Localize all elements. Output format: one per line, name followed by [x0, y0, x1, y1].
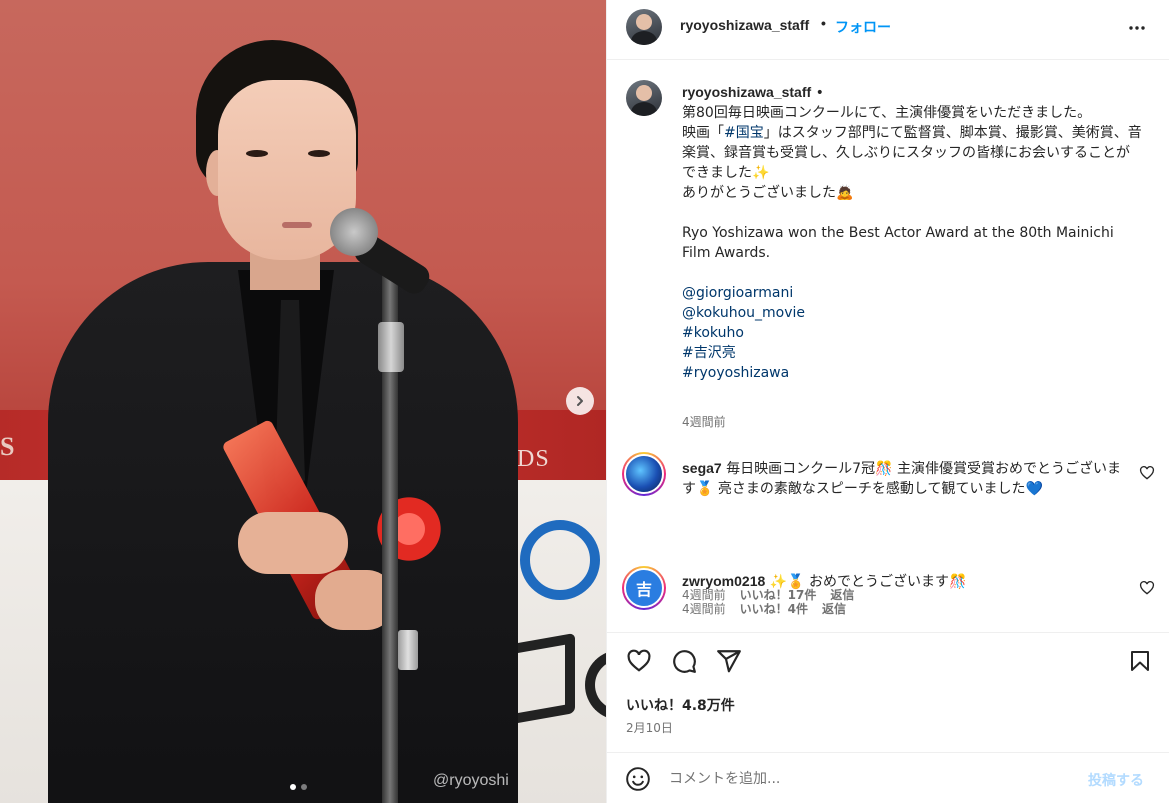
caption-english: Ryo Yoshizawa won the Best Actor Award a…	[682, 225, 1119, 261]
hashtag-link[interactable]: #吉沢亮	[682, 343, 1142, 363]
heart-icon	[1139, 465, 1155, 480]
mention-link[interactable]: @kokuhou_movie	[682, 303, 1142, 323]
hashtag-link[interactable]: #国宝	[724, 125, 764, 141]
hashtag-link[interactable]: #kokuho	[682, 323, 1142, 343]
caption-timestamp[interactable]: 4週間前	[682, 413, 726, 430]
more-horizontal-icon	[1129, 26, 1145, 30]
photo-watermark: @ryoyoshi	[433, 772, 509, 789]
like-count[interactable]: いいね！4.8万件	[626, 695, 735, 715]
commenter-avatar	[624, 454, 664, 494]
banner-text-left: S	[0, 432, 15, 461]
separator-dot: •	[821, 15, 826, 31]
mic-clip	[378, 322, 404, 372]
send-icon	[717, 650, 741, 673]
mic-ring	[398, 630, 418, 670]
comment-like-button[interactable]	[1139, 465, 1155, 481]
comment-body: 毎日映画コンクール7冠🎊 主演俳優賞受賞おめでとうございます🏅 亮さまの素敵なス…	[682, 461, 1121, 497]
commenter-avatar-ring[interactable]: 吉	[622, 566, 666, 610]
person-eye	[308, 150, 330, 157]
comment-text: sega7 毎日映画コンクール7冠🎊 主演俳優賞受賞おめでとうございます🏅 亮さ…	[682, 458, 1122, 499]
caption-avatar[interactable]	[626, 80, 662, 116]
follow-button[interactable]: フォロー	[835, 17, 891, 37]
smiley-icon	[626, 767, 650, 791]
like-button[interactable]	[625, 647, 653, 675]
comment-button[interactable]	[670, 647, 698, 675]
caption-body: ryoyoshizawa_staff • 第80回毎日映画コンクールにて、主演俳…	[682, 82, 1142, 383]
caption-and-comments: ryoyoshizawa_staff • 第80回毎日映画コンクールにて、主演俳…	[607, 60, 1169, 630]
chevron-right-icon	[577, 396, 583, 406]
bookmark-icon	[1131, 651, 1149, 671]
caption-text: 映画「	[682, 125, 724, 141]
commenter-username[interactable]: sega7	[682, 460, 722, 476]
more-options-button[interactable]	[1125, 16, 1149, 40]
post-actions: いいね！4.8万件 2月10日	[607, 632, 1169, 752]
comment-bubble-icon	[673, 650, 696, 673]
hashtag-link[interactable]: #ryoyoshizawa	[682, 363, 1142, 383]
caption-line: 映画「#国宝」はスタッフ部門にて監督賞、脚本賞、撮影賞、美術賞、音楽賞、録音賞も…	[682, 123, 1142, 183]
post-comment-button[interactable]: 投稿する	[1088, 770, 1144, 790]
commenter-avatar: 吉	[624, 568, 664, 608]
comment-composer: 投稿する	[607, 752, 1169, 803]
author-username[interactable]: ryoyoshizawa_staff	[680, 17, 809, 33]
person-mouth	[282, 222, 312, 228]
next-photo-button[interactable]	[566, 387, 594, 415]
caption-dot: •	[811, 85, 824, 101]
carousel-dot-active	[290, 784, 296, 790]
caption-line: ありがとうございました🙇	[682, 185, 854, 201]
microphone-head	[330, 208, 378, 256]
comment-time[interactable]: 4週間前	[682, 600, 726, 617]
heart-icon	[627, 649, 651, 672]
heart-icon	[1139, 580, 1155, 595]
person-hand	[238, 512, 348, 574]
caption-line: 第80回毎日映画コンクールにて、主演俳優賞をいただきました。	[682, 105, 1092, 121]
carousel-dot	[301, 784, 307, 790]
carousel-dots	[290, 784, 307, 790]
post-info-panel: ryoyoshizawa_staff • フォロー ryoyoshizawa_s…	[606, 0, 1169, 803]
share-button[interactable]	[715, 647, 743, 675]
comment-body: ✨🏅 おめでとうございます🎊	[769, 574, 967, 590]
comment-meta: 4週間前 いいね！4件 返信	[682, 600, 846, 617]
save-button[interactable]	[1126, 647, 1154, 675]
commenter-username[interactable]: zwryom0218	[682, 573, 765, 589]
commenter-avatar-ring[interactable]	[622, 452, 666, 496]
person-eye	[246, 150, 268, 157]
sponsor-logo	[520, 520, 600, 600]
post-photo[interactable]: S RDS @ryoyoshi	[0, 0, 606, 803]
emoji-button[interactable]	[625, 766, 651, 792]
mention-link[interactable]: @giorgioarmani	[682, 283, 1142, 303]
post-date[interactable]: 2月10日	[626, 719, 673, 736]
author-avatar[interactable]	[626, 9, 662, 45]
comment-text: zwryom0218 ✨🏅 おめでとうございます🎊	[682, 571, 1122, 592]
comment-like-button[interactable]	[1139, 580, 1155, 596]
reply-button[interactable]: 返信	[822, 600, 846, 617]
comment-likes[interactable]: いいね！4件	[740, 600, 808, 617]
caption-username[interactable]: ryoyoshizawa_staff	[682, 84, 811, 100]
post-header: ryoyoshizawa_staff • フォロー	[607, 0, 1169, 60]
comment-input[interactable]	[669, 767, 1069, 791]
